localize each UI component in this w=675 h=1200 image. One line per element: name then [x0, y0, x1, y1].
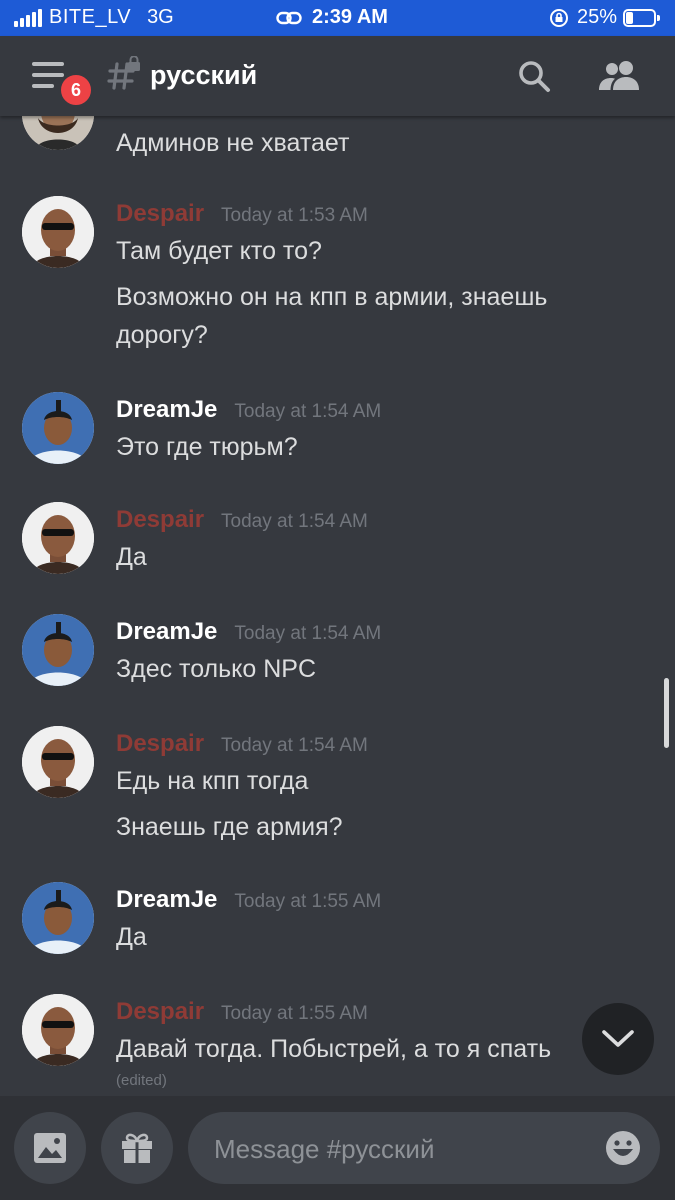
message-timestamp: Today at 1:54 AM [234, 623, 382, 644]
scrollbar-thumb[interactable] [664, 678, 669, 748]
message-input-container [188, 1112, 660, 1186]
unread-badge: 6 [58, 72, 94, 108]
author-name[interactable]: Despair [116, 730, 204, 758]
author-name[interactable]: DreamJe [116, 618, 217, 646]
rotation-lock-icon [549, 8, 568, 27]
channel-header: 6 русский [0, 36, 675, 116]
message-text: Едь на кпп тогда [116, 767, 309, 795]
avatar-dreamje[interactable] [22, 882, 94, 954]
message-text: Здес только NPC [116, 655, 317, 683]
message-timestamp: Today at 1:55 AM [221, 1003, 368, 1024]
emoji-icon[interactable] [604, 1129, 642, 1167]
message-timestamp: Today at 1:54 AM [221, 735, 368, 756]
avatar-despair[interactable] [22, 502, 94, 574]
message-timestamp: Today at 1:54 AM [221, 511, 368, 532]
author-name[interactable]: Despair [116, 998, 204, 1026]
signal-icon [14, 8, 42, 27]
members-icon[interactable] [598, 58, 642, 94]
avatar-despair[interactable] [22, 726, 94, 798]
author-name[interactable]: DreamJe [116, 396, 217, 424]
network-type: 3G [147, 6, 174, 28]
jump-to-latest-button[interactable] [582, 1003, 654, 1075]
message-text: Да [116, 923, 147, 951]
message-text: Там будет кто то? [116, 237, 322, 265]
author-name[interactable]: Despair [116, 506, 204, 534]
message-timestamp: Today at 1:53 AM [221, 205, 368, 226]
message-timestamp: Today at 1:54 AM [234, 401, 382, 422]
message-text: Давай тогда. Побыстрей, а то я спать [116, 1035, 552, 1063]
carrier-name: BITE_LV [49, 6, 132, 28]
message-input[interactable] [212, 1112, 596, 1186]
author-name[interactable]: DreamJe [116, 886, 217, 914]
message-composer [0, 1096, 675, 1200]
battery-icon [623, 8, 661, 27]
gift-button[interactable] [101, 1112, 173, 1184]
message-text: Админов не хватает [116, 129, 350, 157]
avatar-dreamje[interactable] [22, 392, 94, 464]
message-timestamp: Today at 1:55 AM [234, 891, 382, 912]
message-text: Да [116, 543, 147, 571]
message-text: Это где тюрьм? [116, 433, 298, 461]
author-name[interactable]: Despair [116, 200, 204, 228]
channel-title: русский [150, 60, 258, 90]
search-icon[interactable] [516, 58, 552, 94]
gift-icon [122, 1133, 152, 1163]
chevron-down-icon [602, 1030, 634, 1047]
battery-percent: 25% [576, 6, 617, 28]
edited-label: (edited) [116, 1072, 167, 1089]
locked-channel-hash-icon [107, 56, 140, 90]
clock: 2:39 AM [312, 6, 388, 28]
attach-image-button[interactable] [14, 1112, 86, 1184]
avatar-dreamje[interactable] [22, 614, 94, 686]
avatar-bearded-user[interactable] [22, 116, 94, 150]
status-bar: BITE_LV 3G 2:39 AM 25% [0, 0, 675, 36]
image-icon [34, 1133, 66, 1163]
message-text: Знаешь где армия? [116, 813, 343, 841]
message-text: Возможно он на кпп в армии, знаешь дорог… [116, 283, 548, 349]
avatar-despair[interactable] [22, 994, 94, 1066]
avatar-despair[interactable] [22, 196, 94, 268]
message-list[interactable]: Админов не хватает Despair Today at 1:53… [0, 116, 675, 1096]
link-icon [276, 11, 302, 24]
